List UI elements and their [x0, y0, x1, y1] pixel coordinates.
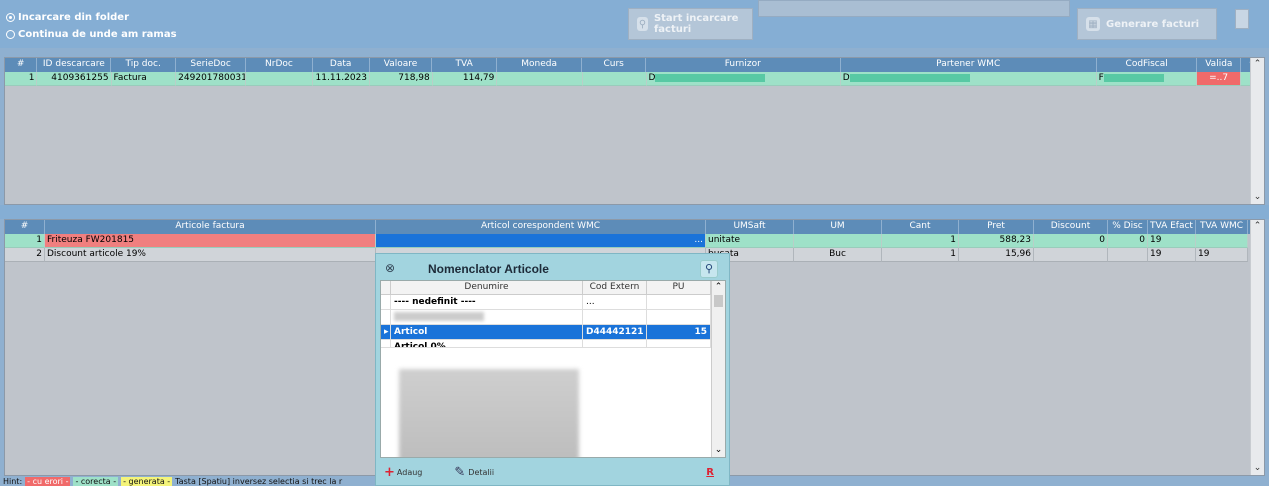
scroll-up-icon[interactable]: ⌃ — [712, 281, 725, 294]
nomenclator-scrollbar[interactable]: ⌃ ⌄ — [711, 281, 725, 457]
close-icon[interactable]: ⊗ — [382, 260, 398, 276]
redacted-block — [1103, 73, 1164, 82]
redacted-block — [655, 73, 766, 82]
redacted-block — [394, 312, 484, 321]
invoices-header: # ID descarcare Tip doc. SerieDoc NrDoc … — [5, 58, 1264, 72]
options-icon[interactable] — [1235, 9, 1249, 29]
nomenclator-popup: ⊗ Nomenclator Articole ⚲ Denumire Cod Ex… — [375, 253, 730, 486]
popup-title: Nomenclator Articole — [428, 262, 549, 276]
list-item-selected[interactable]: ▸ Articol D44442121 15 — [381, 325, 725, 340]
r-button[interactable]: R — [706, 467, 714, 478]
scroll-up-icon[interactable]: ⌃ — [1251, 58, 1264, 71]
legend-correct: - corecta - — [73, 476, 119, 486]
calculator-icon: ▦ — [1086, 17, 1100, 31]
table-row[interactable]: 1 4109361255 Factura 249201780031 11.11.… — [5, 72, 1264, 86]
furnizor-cell: D — [646, 72, 841, 86]
invoices-grid: # ID descarcare Tip doc. SerieDoc NrDoc … — [4, 57, 1265, 205]
hint-text: Tasta [Spatiu] inversez selectia si trec… — [175, 476, 343, 486]
list-item[interactable]: ---- nedefinit ---- ... — [381, 295, 725, 310]
row-pointer-icon: ▸ — [381, 325, 391, 339]
scroll-up-icon[interactable]: ⌃ — [1251, 220, 1264, 233]
articles-header: # Articole factura Articol corespondent … — [5, 220, 1264, 234]
partener-cell: D — [840, 72, 1097, 86]
list-item[interactable] — [381, 310, 725, 325]
add-button[interactable]: Adaug — [397, 468, 422, 477]
nomenclator-grid: Denumire Cod Extern PU ---- nedefinit --… — [380, 280, 726, 458]
generare-facturi-button[interactable]: ▦ Generare facturi — [1077, 8, 1217, 40]
codfiscal-cell: F — [1096, 72, 1198, 86]
details-button[interactable]: Detalii — [468, 468, 494, 477]
list-item[interactable]: Articol 0% — [381, 340, 725, 348]
articles-scrollbar[interactable]: ⌃ ⌄ — [1250, 220, 1264, 475]
radio-folder-label: Incarcare din folder — [18, 12, 130, 23]
radio-continua[interactable]: Continua de unde am ramas — [6, 29, 177, 40]
radio-dot-icon — [6, 30, 15, 39]
radio-continue-label: Continua de unde am ramas — [18, 29, 177, 40]
nomenclator-header: Denumire Cod Extern PU — [381, 281, 725, 295]
add-icon[interactable]: + — [384, 465, 395, 480]
splitter[interactable] — [0, 205, 1269, 219]
legend-errors: - cu erori - — [25, 476, 71, 486]
radio-incarcare-folder[interactable]: Incarcare din folder — [6, 12, 129, 23]
scroll-down-icon[interactable]: ⌄ — [1251, 191, 1264, 204]
search-icon[interactable]: ⚲ — [700, 260, 718, 278]
scroll-down-icon[interactable]: ⌄ — [712, 444, 725, 457]
status-bar — [758, 0, 1070, 17]
hint-bar: Hint: - cu erori - - corecta - - generat… — [3, 476, 343, 486]
radio-dot-icon — [6, 13, 15, 22]
redacted-block — [849, 73, 970, 82]
search-icon: ⚲ — [637, 17, 648, 31]
start-incarcare-button[interactable]: ⚲ Start incarcare facturi — [628, 8, 753, 40]
legend-generated: - generata - — [121, 476, 173, 486]
redacted-list — [399, 369, 579, 457]
scroll-thumb[interactable] — [714, 295, 723, 307]
scroll-down-icon[interactable]: ⌄ — [1251, 462, 1264, 475]
table-row[interactable]: 1 Friteuza FW201815 ... unitate 1 588,23… — [5, 234, 1264, 248]
popup-footer: + Adaug ✎ Detalii R — [384, 462, 724, 482]
toolbar: Incarcare din folder Continua de unde am… — [0, 0, 1269, 48]
wmc-lookup-cell[interactable]: ... — [376, 234, 706, 248]
pencil-icon[interactable]: ✎ — [454, 465, 465, 480]
invoices-scrollbar[interactable]: ⌃ ⌄ — [1250, 58, 1264, 204]
